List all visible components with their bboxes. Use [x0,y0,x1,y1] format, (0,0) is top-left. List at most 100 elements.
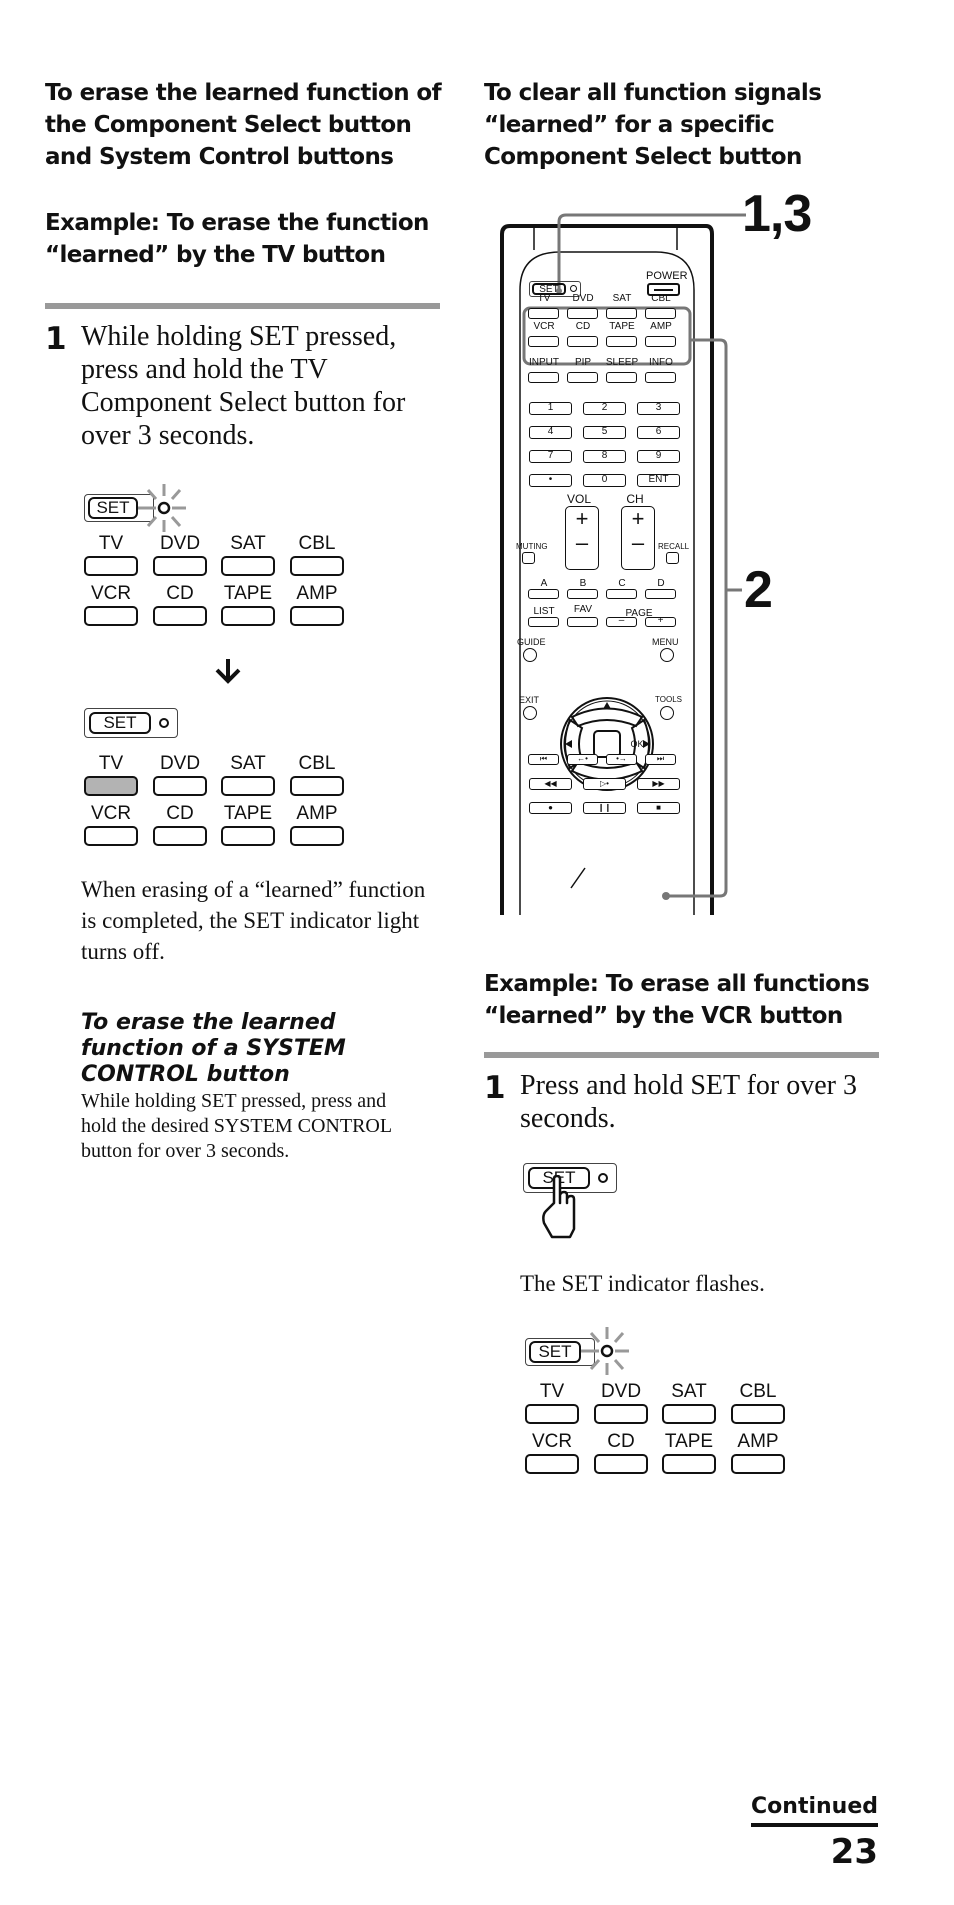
tv-button-highlighted [84,776,138,796]
label-amp: AMP [296,583,338,604]
fav-label: FAV [573,604,593,615]
dvd-button [153,556,207,576]
guide-button [523,648,537,662]
remote-number-button: 7 [529,450,572,463]
transport-button: ▶▶ [637,778,680,790]
remote-button-c [606,589,637,599]
remote-buttons: SET POWER TV DVD SAT CBL VCR CD TAPE AMP INPUT PI… [516,270,690,910]
transport-button: •→ [606,754,637,765]
cd-button [153,826,207,846]
callout-steps-1-3: 1,3 [742,185,812,243]
section-divider [45,303,440,309]
tape-button [221,606,275,626]
subsection-text: While holding SET pressed, press and hol… [81,1090,392,1162]
vcr-button [84,826,138,846]
remote-number-button: ENT [637,474,680,487]
label-tape: TAPE [223,803,273,824]
transport-button: ◀◀ [529,778,572,790]
example-heading: Example: To erase all functions “learned… [484,971,870,1029]
section-heading: To erase the learned function of the Com… [45,80,442,170]
section-heading: To clear all function signals “learned” … [484,80,822,170]
channel-rocker: + – [621,506,655,570]
sat-button [221,776,275,796]
remote-label-a: A [540,578,548,589]
remote-button-a [528,589,559,599]
cd-button [153,606,207,626]
label-vcr: VCR [90,583,132,604]
remote-button-b [567,589,598,599]
tv-button [525,1404,579,1424]
transport-button: ▷• [583,778,626,790]
set-button: SET [89,712,151,734]
remote-button-dvd [567,308,598,319]
vcr-button [525,1454,579,1474]
step-text: Press and hold SET for over 3 seconds. [520,1070,857,1134]
label-cd: CD [607,1431,635,1452]
label-tape: TAPE [664,1431,714,1452]
remote-button-input [528,372,559,383]
set-button: SET [88,497,138,519]
remote-label-amp: AMP [650,321,672,332]
page-minus-button: – [606,616,637,627]
power-label: POWER [646,270,688,282]
remote-number-button: • [529,474,572,487]
sat-button [662,1404,716,1424]
remote-label-vcr: VCR [533,321,555,332]
remote-button-cbl [645,308,676,319]
menu-button [660,648,674,662]
remote-label-c: C [618,578,626,589]
dvd-button [153,776,207,796]
amp-button [290,606,344,626]
menu-label: MENU [652,637,679,647]
remote-number-button: 6 [637,426,680,439]
recall-button [666,552,679,564]
component-diagram-flashing: SET TV DVD SAT CBL VCR CD TAPE AMP [84,478,354,638]
label-dvd: DVD [159,753,201,774]
remote-button-info [645,372,676,383]
callout-step-2: 2 [744,561,773,619]
step-number: 1 [484,1070,506,1106]
exit-button [523,706,537,720]
component-diagram-erased: SET TV DVD SAT CBL VCR CD TAPE AMP [84,708,354,848]
vol-label: VOL [566,492,591,506]
transport-button: ● [529,802,572,814]
tape-button [662,1454,716,1474]
subsection-title: To erase the learned function of a SYSTE… [81,1010,346,1087]
remote-label-tv: TV [537,293,551,304]
set-indicator-off-icon [159,718,169,728]
amp-button [290,826,344,846]
remote-number-button: 3 [637,402,680,415]
transport-button: ⏭ [645,754,676,765]
exit-label: EXIT [519,695,540,705]
set-button: SET [529,1341,581,1363]
remote-number-button: 4 [529,426,572,439]
amp-button [731,1454,785,1474]
label-cbl: CBL [739,1381,777,1402]
label-vcr: VCR [90,803,132,824]
label-tv: TV [98,533,124,554]
list-label: LIST [533,606,555,617]
label-tape: TAPE [223,583,273,604]
remote-number-button: 2 [583,402,626,415]
label-sat: SAT [671,1381,707,1402]
remote-button-cd [567,336,598,347]
page-plus-button: + [645,616,676,627]
guide-label: GUIDE [517,637,546,647]
pointing-hand-icon [542,1175,576,1239]
remote-label-info: INFO [649,357,673,368]
fav-button [567,617,598,627]
label-dvd: DVD [600,1381,642,1402]
sat-button [221,556,275,576]
remote-label-pip: PIP [574,357,592,368]
remote-label-sleep: SLEEP [605,357,639,368]
remote-label-cd: CD [575,321,591,332]
flash-note: The SET indicator flashes. [520,1271,765,1296]
step-text: While holding SET pressed, press and hol… [81,321,406,451]
remote-number-button: 8 [583,450,626,463]
label-cd: CD [166,803,194,824]
label-cbl: CBL [298,533,336,554]
cd-button [594,1454,648,1474]
remote-label-cbl: CBL [651,293,671,304]
press-set-diagram: SET [520,1160,630,1240]
example-heading: Example: To erase the function “learned”… [45,210,429,268]
